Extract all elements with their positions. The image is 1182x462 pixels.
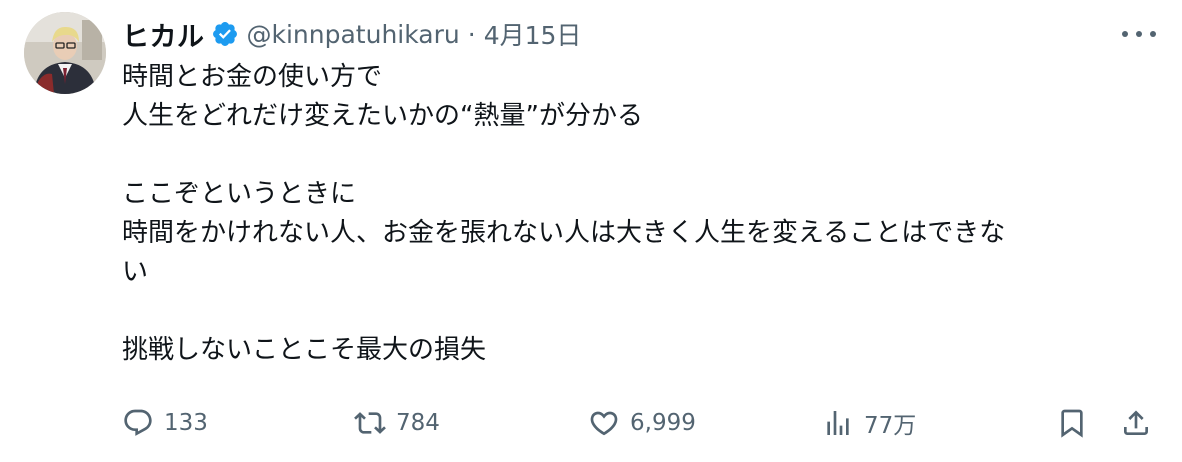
handle[interactable]: @kinnpatuhikaru xyxy=(247,20,460,49)
share-icon xyxy=(1124,410,1148,435)
share-button[interactable] xyxy=(1120,400,1152,446)
views-icon xyxy=(827,411,849,435)
post-line: ここぞというときに xyxy=(122,179,357,209)
avatar[interactable] xyxy=(24,12,106,94)
post-header: ヒカル @kinnpatuhikaru · 4月15日 xyxy=(122,14,581,54)
more-dot xyxy=(1136,31,1142,37)
reply-count: 133 xyxy=(164,410,208,436)
verified-badge-icon[interactable] xyxy=(211,20,239,48)
like-count: 6,999 xyxy=(630,410,696,436)
views-button[interactable]: 77万 xyxy=(822,400,916,446)
post-line: い xyxy=(122,257,149,287)
post-text: 時間とお金の使い方で 人生をどれだけ変えたいかの“熱量”が分かる ここぞというと… xyxy=(122,58,1162,370)
views-count: 77万 xyxy=(864,413,917,439)
tweet[interactable]: ヒカル @kinnpatuhikaru · 4月15日 時間とお金の使い方で 人… xyxy=(0,0,1182,462)
reply-button[interactable]: 133 xyxy=(122,400,208,446)
repost-button[interactable]: 784 xyxy=(354,400,440,446)
reply-icon xyxy=(124,409,152,436)
repost-count: 784 xyxy=(396,410,440,436)
more-dot xyxy=(1150,31,1156,37)
action-bar: 133 784 6,999 77万 xyxy=(122,400,1162,446)
avatar-image xyxy=(24,12,106,94)
more-dot xyxy=(1122,31,1128,37)
like-button[interactable]: 6,999 xyxy=(588,400,696,446)
post-date[interactable]: 4月15日 xyxy=(484,16,582,52)
more-options-icon[interactable] xyxy=(1122,22,1156,46)
post-line: 人生をどれだけ変えたいかの“熱量”が分かる xyxy=(122,101,643,131)
separator-dot: · xyxy=(467,19,476,49)
post-line: 時間をかけれない人、お金を張れない人は大きく人生を変えることはできな xyxy=(122,218,1006,248)
bookmark-button[interactable] xyxy=(1056,400,1088,446)
post-line: 挑戦しないことこそ最大の損失 xyxy=(122,335,487,365)
repost-icon xyxy=(354,412,386,434)
heart-icon xyxy=(590,411,618,436)
bookmark-icon xyxy=(1061,409,1083,438)
display-name[interactable]: ヒカル xyxy=(122,15,205,54)
post-line: 時間とお金の使い方で xyxy=(122,62,383,92)
post-blank-line xyxy=(122,292,1162,331)
post-blank-line xyxy=(122,136,1162,175)
